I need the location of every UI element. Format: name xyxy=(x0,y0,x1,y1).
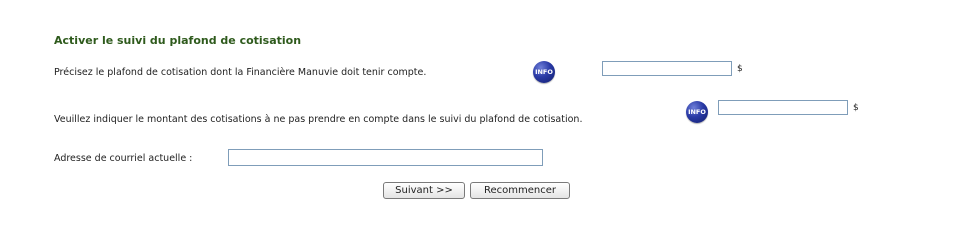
email-input[interactable] xyxy=(228,149,543,166)
excluded-contributions-input[interactable] xyxy=(718,100,848,115)
info-icon[interactable]: INFO xyxy=(533,61,555,83)
email-label: Adresse de courriel actuelle : xyxy=(54,153,193,164)
dollar-unit: $ xyxy=(853,103,859,113)
contribution-limit-label: Précisez le plafond de cotisation dont l… xyxy=(54,67,427,78)
reset-button[interactable]: Recommencer xyxy=(470,182,570,199)
section-title: Activer le suivi du plafond de cotisatio… xyxy=(54,34,302,47)
next-button[interactable]: Suivant >> xyxy=(383,182,465,199)
info-icon[interactable]: INFO xyxy=(686,101,708,123)
dollar-unit: $ xyxy=(737,64,743,74)
contribution-limit-input[interactable] xyxy=(602,61,732,76)
excluded-contributions-label: Veuillez indiquer le montant des cotisat… xyxy=(54,114,583,125)
